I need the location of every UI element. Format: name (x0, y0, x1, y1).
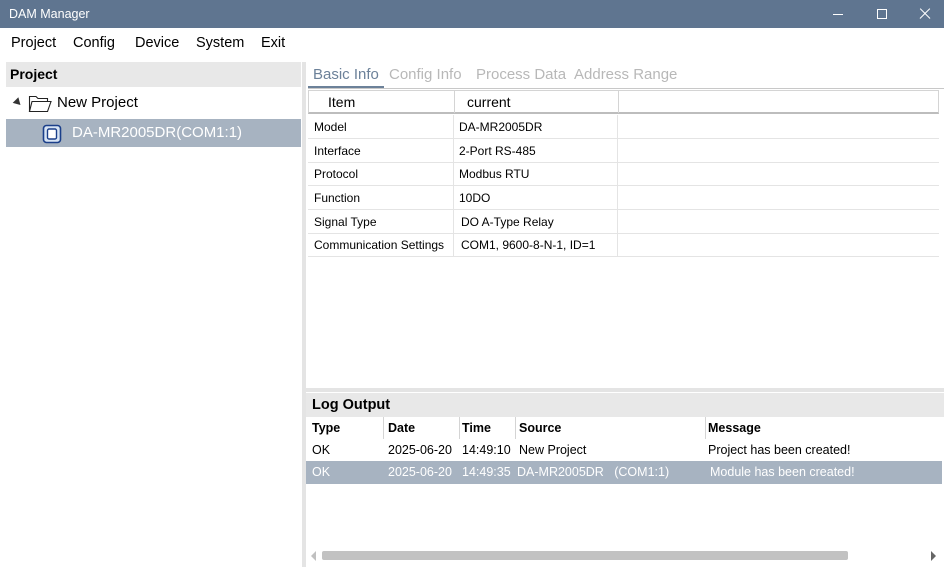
tab-process-data[interactable]: Process Data (476, 66, 566, 83)
log-message: Module has been created! (710, 465, 855, 479)
project-panel: Project New Project DA-MR2005DR(COM1:1) (6, 62, 301, 567)
tab-config-info[interactable]: Config Info (389, 66, 462, 83)
cell-item: Protocol (314, 167, 359, 181)
table-row[interactable]: Model DA-MR2005DR (308, 115, 939, 139)
table-row[interactable]: Signal Type DO A-Type Relay (308, 210, 939, 234)
cell-item: Function (314, 191, 361, 205)
maximize-icon (877, 9, 887, 19)
title-bar: DAM Manager (0, 0, 944, 28)
menu-config[interactable]: Config (73, 35, 115, 51)
log-col-message[interactable]: Message (708, 421, 761, 435)
table-row[interactable]: Function 10DO (308, 186, 939, 210)
log-source: DA-MR2005DR (COM1:1) (517, 465, 670, 479)
log-date: 2025-06-20 (388, 443, 452, 457)
menu-bar: Project Config Device System Exit (0, 28, 944, 58)
menu-system[interactable]: System (196, 35, 244, 51)
log-type: OK (312, 443, 331, 457)
table-row[interactable]: Interface 2-Port RS-485 (308, 139, 939, 163)
cell-value: COM1, 9600-8-N-1, ID=1 (461, 238, 596, 252)
scroll-left-arrow-icon[interactable] (311, 551, 316, 561)
column-header-current[interactable]: current (467, 94, 511, 110)
menu-project[interactable]: Project (11, 35, 56, 51)
tree-label-device: DA-MR2005DR(COM1:1) (72, 124, 243, 141)
column-header-item[interactable]: Item (328, 94, 355, 110)
minimize-button[interactable] (815, 0, 859, 28)
tree-label-new-project: New Project (57, 94, 138, 111)
log-date: 2025-06-20 (388, 465, 452, 479)
minimize-icon (833, 14, 843, 15)
device-module-icon (42, 124, 62, 144)
scrollbar-thumb[interactable] (322, 551, 848, 560)
expand-arrow-icon[interactable] (12, 97, 24, 108)
log-column-headers: Type Date Time Source Message (306, 417, 944, 439)
cell-item: Interface (314, 144, 361, 158)
project-panel-header: Project (6, 62, 301, 87)
cell-value: DA-MR2005DR (459, 120, 543, 134)
log-time: 14:49:10 (462, 443, 511, 457)
vertical-splitter[interactable] (302, 62, 306, 567)
maximize-button[interactable] (859, 0, 903, 28)
tab-address-range[interactable]: Address Range (574, 66, 677, 83)
log-col-type[interactable]: Type (312, 421, 340, 435)
cell-value: 2-Port RS-485 (459, 144, 536, 158)
menu-device[interactable]: Device (135, 35, 179, 51)
column-separator[interactable] (618, 91, 619, 113)
log-output-header: Log Output (306, 393, 944, 417)
tree-item-device[interactable]: DA-MR2005DR(COM1:1) (6, 119, 301, 147)
tree-item-new-project[interactable]: New Project (6, 89, 301, 117)
table-header: Item current (308, 90, 939, 114)
log-message: Project has been created! (708, 443, 851, 457)
menu-exit[interactable]: Exit (261, 35, 285, 51)
close-button[interactable] (901, 0, 944, 28)
log-horizontal-scrollbar[interactable] (306, 546, 944, 566)
cell-item: Communication Settings (314, 238, 445, 252)
folder-open-icon (28, 95, 52, 113)
log-time: 14:49:35 (462, 465, 511, 479)
cell-item: Signal Type (314, 215, 377, 229)
tab-bar: Basic Info Config Info Process Data Addr… (308, 62, 944, 89)
column-separator[interactable] (454, 91, 455, 113)
log-row-selected[interactable]: OK 2025-06-20 14:49:35 DA-MR2005DR (COM1… (306, 461, 942, 484)
log-row[interactable]: OK 2025-06-20 14:49:10 New Project Proje… (306, 439, 942, 462)
window-title: DAM Manager (9, 7, 90, 21)
log-col-time[interactable]: Time (462, 421, 491, 435)
cell-value: Modbus RTU (459, 167, 530, 181)
cell-value: DO A-Type Relay (461, 215, 554, 229)
cell-item: Model (314, 120, 347, 134)
cell-value: 10DO (459, 191, 491, 205)
active-tab-indicator (308, 86, 384, 88)
log-source: New Project (519, 443, 587, 457)
log-col-source[interactable]: Source (519, 421, 561, 435)
log-col-date[interactable]: Date (388, 421, 415, 435)
horizontal-splitter[interactable] (306, 388, 944, 392)
table-row[interactable]: Protocol Modbus RTU (308, 162, 939, 186)
table-row[interactable]: Communication Settings COM1, 9600-8-N-1,… (308, 233, 939, 257)
log-type: OK (312, 465, 331, 479)
tab-basic-info[interactable]: Basic Info (313, 66, 379, 83)
scroll-right-arrow-icon[interactable] (931, 551, 936, 561)
